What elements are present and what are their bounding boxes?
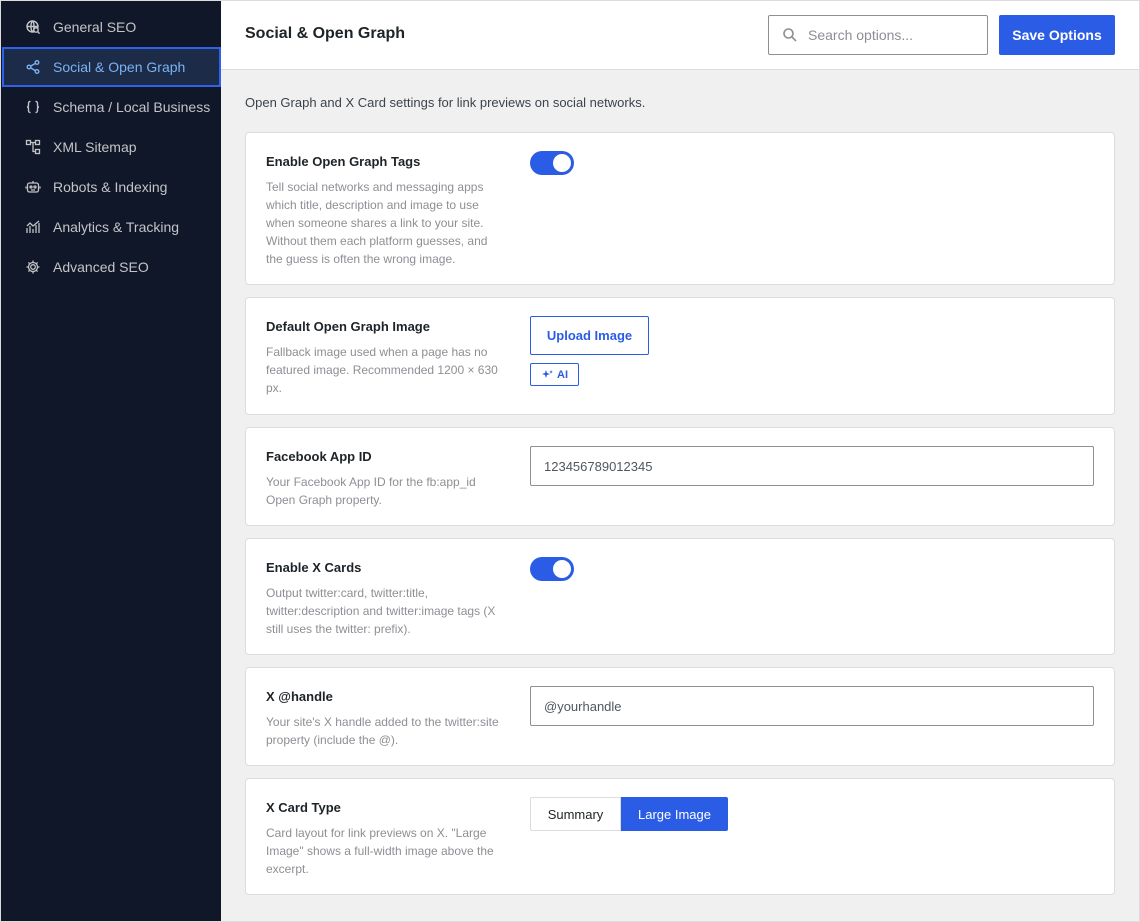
setting-description: Your Facebook App ID for the fb:app_id O… — [266, 475, 476, 507]
sidebar-item-xml-sitemap[interactable]: XML Sitemap — [2, 127, 221, 167]
setting-card-x-card-type: X Card Type Card layout for link preview… — [245, 778, 1115, 895]
sidebar: General SEO Social & Open Graph Schema /… — [1, 1, 221, 921]
globe-search-icon — [25, 19, 41, 35]
sidebar-item-label: Analytics & Tracking — [53, 219, 180, 235]
setting-title: Default Open Graph Image — [266, 319, 430, 334]
setting-label-group: Default Open Graph Image Fallback image … — [266, 318, 530, 396]
robot-icon — [25, 179, 41, 195]
toggle-knob — [553, 154, 571, 172]
toggle-knob — [553, 560, 571, 578]
sidebar-item-label: Advanced SEO — [53, 259, 149, 275]
setting-label-group: Enable X Cards Output twitter:card, twit… — [266, 559, 530, 636]
x-handle-field[interactable]: @yourhandle — [530, 686, 1094, 726]
chart-icon — [25, 219, 41, 235]
setting-card-fb-app-id: Facebook App ID Your Facebook App ID for… — [245, 427, 1115, 526]
setting-title: Facebook App ID — [266, 449, 372, 464]
sidebar-item-social-open-graph[interactable]: Social & Open Graph — [2, 47, 221, 87]
sidebar-item-general-seo[interactable]: General SEO — [2, 7, 221, 47]
search-box[interactable] — [768, 15, 988, 55]
sparkle-icon — [541, 369, 553, 381]
sidebar-item-label: Social & Open Graph — [53, 59, 186, 75]
setting-title: X @handle — [266, 689, 333, 704]
setting-description: Tell social networks and messaging apps … — [266, 180, 488, 266]
setting-label-group: X Card Type Card layout for link preview… — [266, 799, 530, 876]
sitemap-icon — [25, 139, 41, 155]
setting-label-group: X @handle Your site's X handle added to … — [266, 688, 530, 747]
upload-image-button[interactable]: Upload Image — [530, 316, 649, 355]
setting-control: Upload Image AI — [530, 316, 1094, 396]
summary-option-button[interactable]: Summary — [530, 797, 621, 831]
sidebar-item-label: General SEO — [53, 19, 137, 35]
share-icon — [25, 59, 41, 75]
x-cards-toggle[interactable] — [530, 557, 574, 581]
save-options-button[interactable]: Save Options — [999, 15, 1115, 55]
setting-card-og-tags: Enable Open Graph Tags Tell social netwo… — [245, 132, 1115, 285]
search-icon — [782, 27, 798, 43]
sidebar-item-analytics-tracking[interactable]: Analytics & Tracking — [2, 207, 221, 247]
sidebar-item-label: Schema / Local Business — [53, 99, 211, 115]
setting-card-x-handle: X @handle Your site's X handle added to … — [245, 667, 1115, 766]
setting-description: Output twitter:card, twitter:title, twit… — [266, 586, 496, 636]
search-input[interactable] — [808, 27, 978, 43]
settings-content: Open Graph and X Card settings for link … — [221, 70, 1139, 907]
setting-title: Enable X Cards — [266, 560, 362, 575]
setting-title: X Card Type — [266, 800, 341, 815]
main-panel: Social & Open Graph Save Options Open Gr… — [221, 1, 1139, 921]
sidebar-item-label: Robots & Indexing — [53, 179, 168, 195]
setting-description: Card layout for link previews on X. "Lar… — [266, 826, 494, 876]
setting-card-og-image: Default Open Graph Image Fallback image … — [245, 297, 1115, 415]
x-card-type-selector: Summary Large Image — [530, 797, 1094, 831]
setting-label-group: Enable Open Graph Tags Tell social netwo… — [266, 153, 530, 266]
gear-icon — [25, 259, 41, 275]
setting-control — [530, 151, 1094, 266]
ai-button[interactable]: AI — [530, 363, 579, 386]
setting-control: 123456789012345 — [530, 446, 1094, 507]
setting-title: Enable Open Graph Tags — [266, 154, 421, 169]
setting-control: @yourhandle — [530, 686, 1094, 747]
app-frame: General SEO Social & Open Graph Schema /… — [0, 0, 1140, 922]
setting-card-x-cards: Enable X Cards Output twitter:card, twit… — [245, 538, 1115, 655]
og-tags-toggle[interactable] — [530, 151, 574, 175]
ai-button-label: AI — [557, 368, 568, 381]
top-bar: Social & Open Graph Save Options — [221, 1, 1139, 70]
intro-text: Open Graph and X Card settings for link … — [245, 95, 646, 110]
large-image-option-button[interactable]: Large Image — [621, 797, 728, 831]
page-title: Social & Open Graph — [245, 25, 406, 42]
sidebar-item-robots-indexing[interactable]: Robots & Indexing — [2, 167, 221, 207]
facebook-app-id-field[interactable]: 123456789012345 — [530, 446, 1094, 486]
setting-description: Fallback image used when a page has no f… — [266, 345, 498, 395]
sidebar-item-schema[interactable]: Schema / Local Business — [2, 87, 221, 127]
setting-label-group: Facebook App ID Your Facebook App ID for… — [266, 448, 530, 507]
sidebar-item-label: XML Sitemap — [53, 139, 137, 155]
setting-description: Your site's X handle added to the twitte… — [266, 715, 499, 747]
setting-control: Summary Large Image — [530, 797, 1094, 876]
braces-icon — [25, 99, 41, 115]
sidebar-item-advanced-seo[interactable]: Advanced SEO — [2, 247, 221, 287]
setting-control — [530, 557, 1094, 636]
